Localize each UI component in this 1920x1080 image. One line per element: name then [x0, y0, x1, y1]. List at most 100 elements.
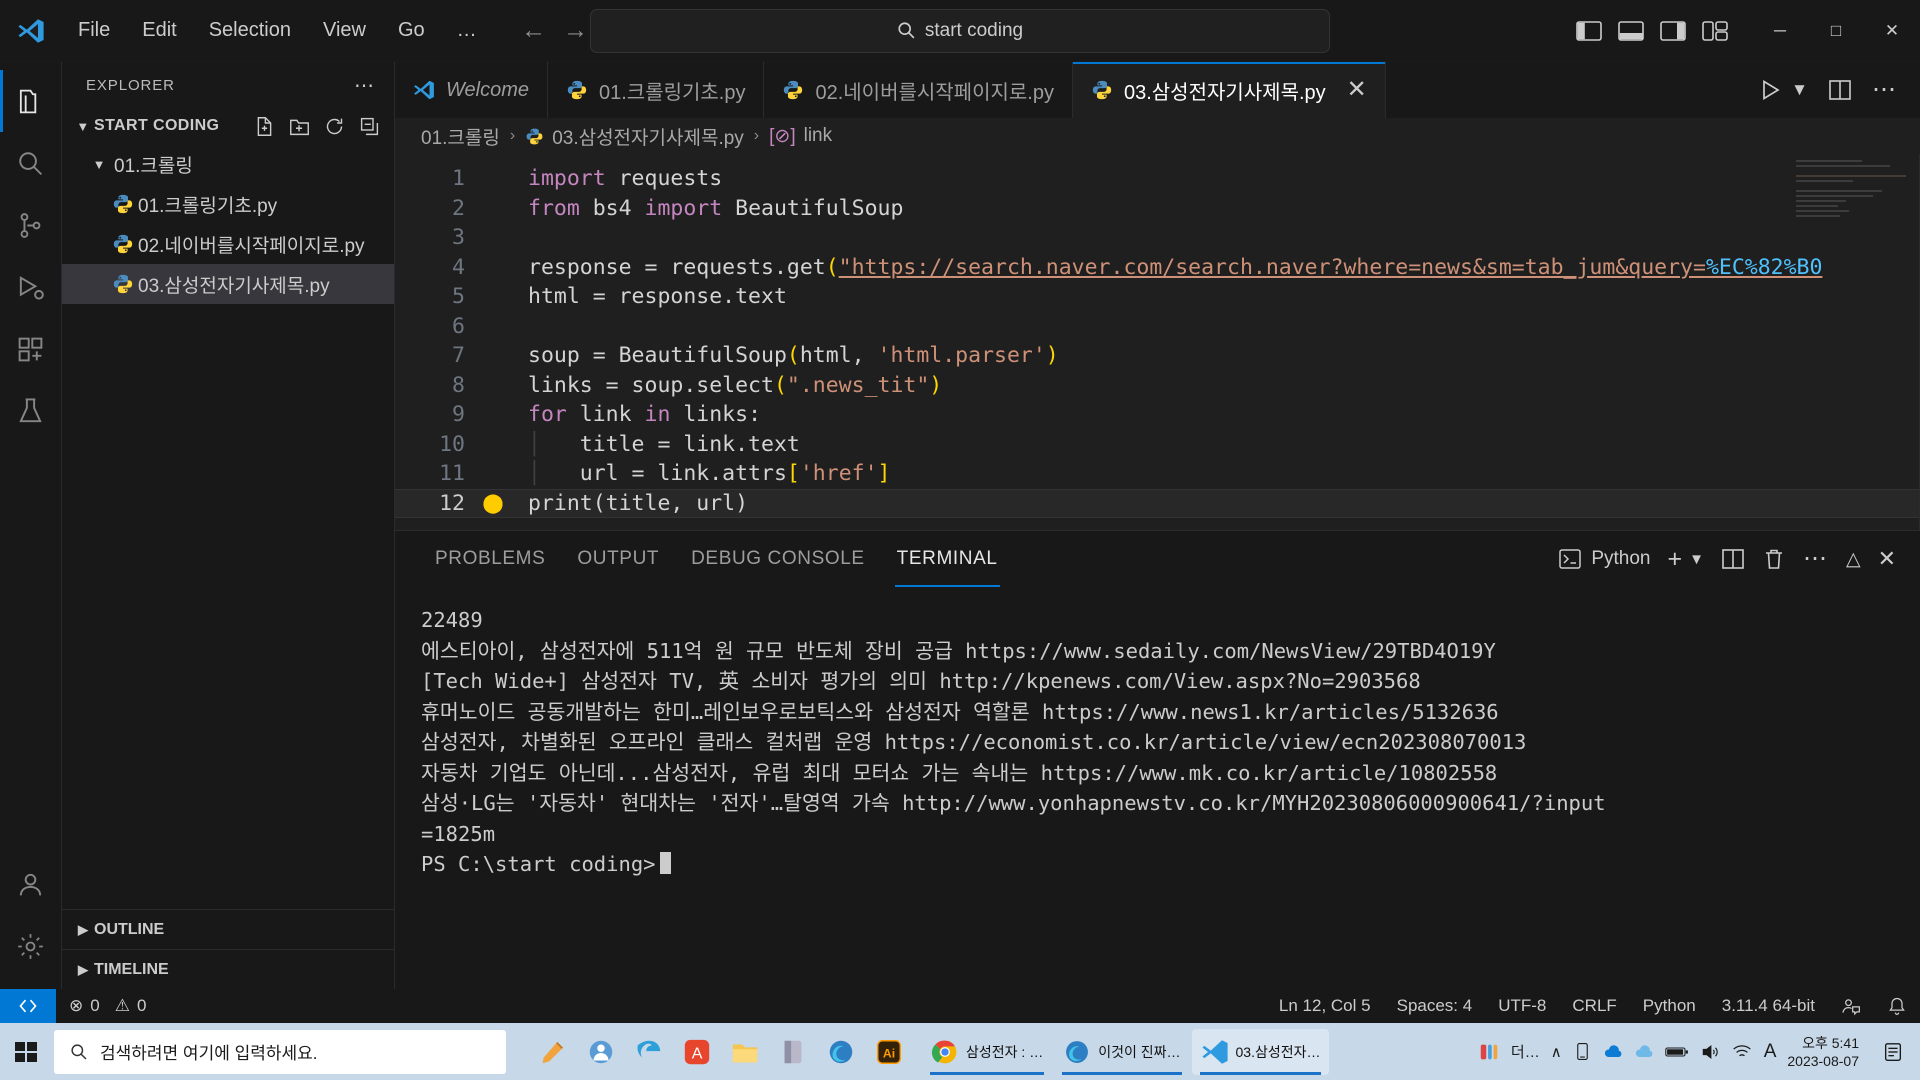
ime-mode-letter[interactable]: A: [1764, 1041, 1777, 1063]
toggle-primary-sidebar-icon[interactable]: [1576, 20, 1602, 42]
toggle-panel-icon[interactable]: [1618, 20, 1644, 42]
refresh-icon[interactable]: [324, 116, 345, 137]
back-arrow-icon[interactable]: ←: [517, 16, 551, 45]
tray-chevron-up-icon[interactable]: ∧: [1551, 1043, 1562, 1061]
file-explorer-icon[interactable]: [724, 1031, 766, 1073]
sidebar-item-source-control[interactable]: [0, 194, 62, 256]
notifications-bell-icon[interactable]: [1874, 989, 1920, 1023]
feedback-icon[interactable]: [1828, 989, 1874, 1023]
explorer-root-section[interactable]: ▼ START CODING: [62, 108, 394, 144]
close-button[interactable]: ✕: [1864, 0, 1920, 62]
tab-welcome[interactable]: Welcome: [395, 62, 548, 118]
cloud-icon-blue[interactable]: [1603, 1042, 1623, 1062]
edge-icon[interactable]: [820, 1031, 862, 1073]
encoding-status[interactable]: UTF-8: [1485, 989, 1559, 1023]
collapse-all-icon[interactable]: [359, 116, 380, 137]
kill-terminal-icon[interactable]: [1762, 547, 1786, 571]
panel-more-icon[interactable]: ⋯: [1803, 547, 1829, 571]
customize-layout-icon[interactable]: [1702, 20, 1728, 42]
split-editor-icon[interactable]: [1828, 78, 1852, 102]
new-folder-icon[interactable]: [289, 116, 310, 137]
breadcrumb-file[interactable]: 03.삼성전자기사제목.py: [552, 123, 744, 150]
ime-label[interactable]: 더…: [1511, 1041, 1540, 1062]
settings-gear-icon[interactable]: [0, 915, 62, 977]
python-interpreter-status[interactable]: 3.11.4 64-bit: [1709, 989, 1828, 1023]
sidebar-item-explorer[interactable]: [0, 70, 62, 132]
edge-legacy-icon[interactable]: [628, 1031, 670, 1073]
tab-problems[interactable]: PROBLEMS: [419, 531, 561, 587]
menu-selection[interactable]: Selection: [193, 13, 307, 48]
onenote-icon[interactable]: [772, 1031, 814, 1073]
forward-arrow-icon[interactable]: →: [559, 16, 593, 45]
menu-edit[interactable]: Edit: [126, 13, 192, 48]
tab-label: Welcome: [446, 78, 529, 101]
cursor-position[interactable]: Ln 12, Col 5: [1266, 989, 1384, 1023]
onedrive-icon[interactable]: [1573, 1042, 1592, 1061]
sidebar-section-outline[interactable]: ▶ OUTLINE: [62, 909, 394, 949]
sidebar-item-testing[interactable]: [0, 380, 62, 442]
minimize-button[interactable]: ─: [1752, 0, 1808, 62]
tab-debug-console[interactable]: DEBUG CONSOLE: [675, 531, 881, 587]
menu-view[interactable]: View: [307, 13, 382, 48]
new-terminal-button[interactable]: +: [1667, 547, 1682, 572]
tree-folder-row[interactable]: ▼ 01.크롤링: [62, 144, 394, 184]
menu-more[interactable]: …: [441, 13, 493, 48]
taskbar-search-box[interactable]: 검색하려면 여기에 입력하세요.: [54, 1029, 506, 1074]
volume-icon[interactable]: [1700, 1042, 1720, 1062]
tree-file-row-selected[interactable]: 03.삼성전자기사제목.py: [62, 264, 394, 304]
code-editor[interactable]: 1 import requests 2 from bs4 import Beauti…: [395, 154, 1920, 530]
maximize-button[interactable]: □: [1808, 0, 1864, 62]
ime-icon[interactable]: [1478, 1041, 1500, 1063]
menu-go[interactable]: Go: [382, 13, 441, 48]
problems-status[interactable]: ⊗ 0 ⚠ 0: [56, 989, 159, 1023]
split-terminal-icon[interactable]: [1721, 547, 1745, 571]
command-center[interactable]: start coding: [590, 8, 1330, 53]
cloud-icon-light[interactable]: [1634, 1042, 1654, 1062]
tab-02-naver-start-page[interactable]: 02.네이버를시작페이지로.py: [764, 62, 1073, 118]
tab-output[interactable]: OUTPUT: [561, 531, 675, 587]
new-file-icon[interactable]: [254, 116, 275, 137]
taskbar-window-chrome[interactable]: 삼성전자 : …: [922, 1029, 1052, 1075]
tree-file-row[interactable]: 02.네이버를시작페이지로.py: [62, 224, 394, 264]
eol-status[interactable]: CRLF: [1559, 989, 1629, 1023]
sidebar-item-run-debug[interactable]: [0, 256, 62, 318]
toggle-secondary-sidebar-icon[interactable]: [1660, 20, 1686, 42]
start-button[interactable]: [0, 1040, 52, 1064]
breadcrumb-symbol[interactable]: link: [804, 125, 833, 147]
maximize-panel-icon[interactable]: △: [1846, 548, 1861, 571]
editor-more-icon[interactable]: ⋯: [1872, 78, 1898, 102]
accounts-button[interactable]: [0, 853, 62, 915]
illustrator-icon[interactable]: Ai: [868, 1031, 910, 1073]
symbol-variable-icon: [⊘]: [769, 125, 796, 147]
run-chevron-down-icon[interactable]: ▼: [1791, 80, 1808, 100]
teams-icon[interactable]: [580, 1031, 622, 1073]
wifi-icon[interactable]: [1731, 1042, 1753, 1062]
breadcrumb-folder[interactable]: 01.크롤링: [421, 123, 500, 150]
run-python-icon[interactable]: [1759, 78, 1783, 102]
notification-center-icon[interactable]: [1876, 1041, 1910, 1063]
tab-terminal[interactable]: TERMINAL: [881, 531, 1014, 587]
close-icon[interactable]: ✕: [1347, 78, 1367, 102]
tree-file-row[interactable]: 01.크롤링기초.py: [62, 184, 394, 224]
close-panel-icon[interactable]: ✕: [1878, 546, 1896, 572]
lightbulb-icon[interactable]: ⬤: [473, 489, 513, 519]
taskbar-window-vscode[interactable]: 03.삼성전자…: [1191, 1028, 1330, 1075]
remote-window-button[interactable]: [0, 989, 56, 1023]
taskbar-clock[interactable]: 오후 5:41 2023-08-07: [1787, 1034, 1865, 1070]
adobe-icon[interactable]: A: [676, 1031, 718, 1073]
tab-01-crawling-basics[interactable]: 01.크롤링기초.py: [548, 62, 765, 118]
sidebar-section-timeline[interactable]: ▶ TIMELINE: [62, 949, 394, 989]
sidebar-more-icon[interactable]: ⋯: [354, 73, 384, 98]
taskbar-window-edge[interactable]: 이것이 진짜…: [1054, 1029, 1189, 1075]
sidebar-item-extensions[interactable]: [0, 318, 62, 380]
sidebar-item-search[interactable]: [0, 132, 62, 194]
terminal-shell-selector[interactable]: Python: [1558, 547, 1650, 571]
language-mode-status[interactable]: Python: [1630, 989, 1709, 1023]
tab-03-samsung-article-titles[interactable]: 03.삼성전자기사제목.py ✕: [1072, 62, 1386, 118]
battery-icon[interactable]: [1664, 1044, 1689, 1060]
menu-file[interactable]: File: [62, 13, 126, 48]
new-terminal-chevron-icon[interactable]: ▼: [1689, 551, 1704, 568]
indentation-status[interactable]: Spaces: 4: [1384, 989, 1486, 1023]
paint-icon[interactable]: [532, 1031, 574, 1073]
terminal-output[interactable]: 22489 에스티아이, 삼성전자에 511억 원 규모 반도체 장비 공급 ht…: [395, 587, 1920, 989]
